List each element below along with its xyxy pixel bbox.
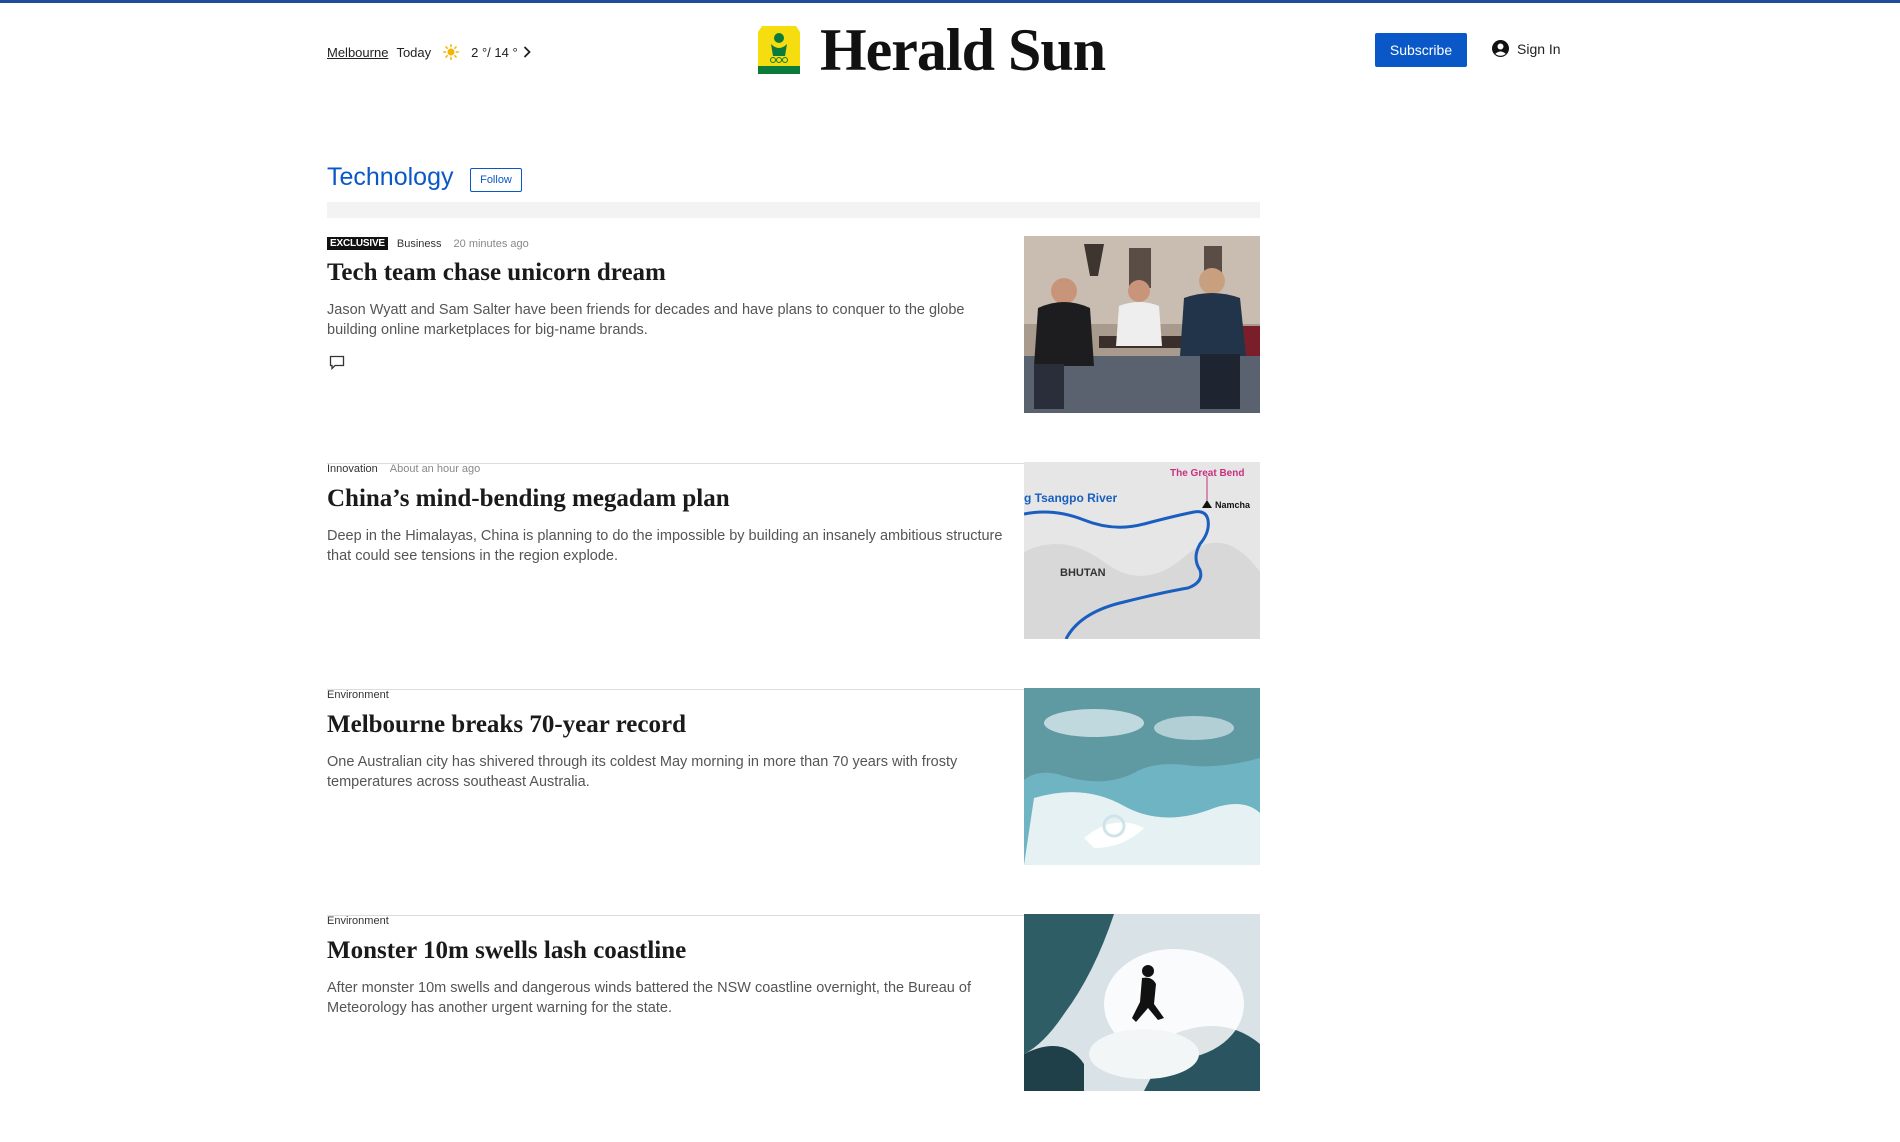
weather-temps: 2 °/ 14 ° [471, 44, 518, 60]
olympic-team-badge-icon [758, 26, 800, 74]
top-rule [0, 0, 1900, 3]
article-headline[interactable]: Tech team chase unicorn dream [327, 259, 1017, 287]
sign-in-label: Sign In [1517, 40, 1561, 57]
article-standfirst: After monster 10m swells and dangerous w… [327, 980, 971, 1016]
comment-icon[interactable] [329, 355, 345, 370]
section-title: Technology [327, 163, 454, 191]
user-account-icon [1492, 40, 1509, 57]
article-card[interactable]: Environment Melbourne breaks 70-year rec… [327, 688, 1260, 916]
article-headline[interactable]: China’s mind-bending megadam plan [327, 485, 1017, 513]
article-image[interactable] [1024, 236, 1260, 413]
article-image[interactable] [1024, 688, 1260, 865]
article-headline[interactable]: Melbourne breaks 70-year record [327, 711, 1017, 739]
exclusive-badge: EXCLUSIVE [327, 237, 388, 250]
article-headline[interactable]: Monster 10m swells lash coastline [327, 937, 1017, 965]
article-meta: Environment [327, 915, 401, 927]
subscribe-button[interactable]: Subscribe [1375, 33, 1467, 67]
article-image[interactable] [1024, 914, 1260, 1091]
weather-location-link[interactable]: Melbourne [327, 45, 388, 60]
article-standfirst: Deep in the Himalayas, China is planning… [327, 528, 1003, 564]
article-meta: EXCLUSIVE Business 20 minutes ago [327, 237, 529, 250]
map-label-title: The Great Bend [1170, 468, 1244, 479]
chevron-right-icon[interactable] [523, 46, 531, 58]
article-category[interactable]: Innovation [327, 463, 378, 475]
article-standfirst: One Australian city has shivered through… [327, 754, 958, 790]
article-card[interactable]: EXCLUSIVE Business 20 minutes ago Tech t… [327, 236, 1260, 464]
sign-in-link[interactable]: Sign In [1492, 40, 1561, 57]
map-label-country: BHUTAN [1060, 567, 1106, 579]
map-label-river: g Tsangpo River [1024, 491, 1117, 505]
article-meta: Environment [327, 689, 401, 701]
map-label-town: Namcha [1215, 500, 1251, 510]
article-category[interactable]: Environment [327, 915, 389, 927]
masthead[interactable]: Herald Sun [758, 20, 1106, 80]
article-meta: Innovation About an hour ago [327, 463, 480, 475]
weather-widget[interactable]: Melbourne Today 2 °/ 14 ° [327, 44, 531, 60]
article-timestamp: About an hour ago [389, 463, 481, 475]
article-category[interactable]: Environment [327, 689, 389, 701]
sun-icon [443, 44, 460, 60]
section-divider-band [327, 202, 1260, 218]
weather-day: Today [396, 44, 432, 60]
brand-logo-text[interactable]: Herald Sun [820, 20, 1106, 80]
article-card[interactable]: Environment Monster 10m swells lash coas… [327, 914, 1260, 1142]
follow-button[interactable]: Follow [470, 168, 522, 192]
article-timestamp: 20 minutes ago [453, 237, 529, 250]
article-card[interactable]: Innovation About an hour ago China’s min… [327, 462, 1260, 690]
article-image[interactable]: The Great Bend g Tsangpo River Namcha BH… [1024, 462, 1260, 639]
article-standfirst: Jason Wyatt and Sam Salter have been fri… [327, 302, 965, 338]
article-category[interactable]: Business [397, 238, 442, 250]
